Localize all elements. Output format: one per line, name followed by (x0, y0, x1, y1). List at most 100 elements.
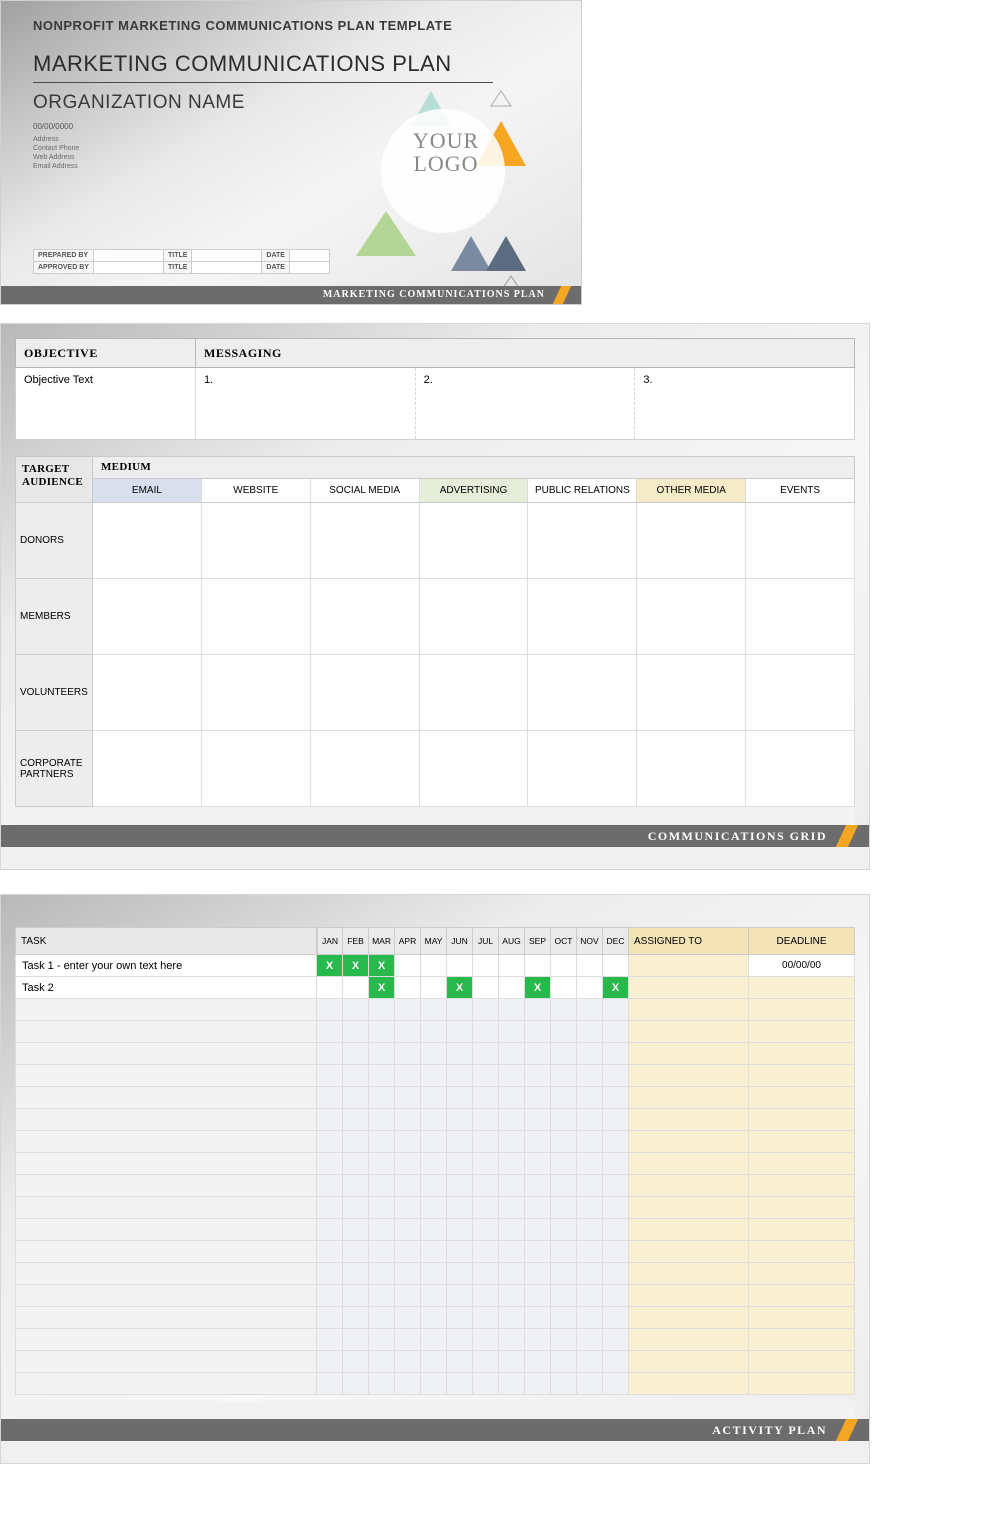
month-cell[interactable] (421, 1241, 447, 1263)
month-cell[interactable] (447, 1153, 473, 1175)
assigned-cell[interactable] (629, 955, 749, 977)
grid-cell[interactable] (93, 579, 202, 655)
task-cell[interactable] (15, 999, 317, 1021)
month-cell[interactable] (369, 1021, 395, 1043)
month-cell[interactable] (421, 1219, 447, 1241)
month-cell[interactable] (551, 1219, 577, 1241)
grid-cell[interactable] (202, 579, 311, 655)
month-cell[interactable] (421, 1131, 447, 1153)
month-cell[interactable] (421, 1021, 447, 1043)
month-cell[interactable] (473, 1153, 499, 1175)
month-cell[interactable] (525, 1065, 551, 1087)
deadline-cell[interactable]: 00/00/00 (749, 955, 855, 977)
task-cell[interactable] (15, 1087, 317, 1109)
month-cell[interactable] (395, 1021, 421, 1043)
month-cell[interactable] (395, 1131, 421, 1153)
month-cell[interactable] (421, 1065, 447, 1087)
month-cell[interactable] (551, 1087, 577, 1109)
month-cell[interactable] (317, 1285, 343, 1307)
message-3-input[interactable]: 3. (635, 368, 854, 439)
task-cell[interactable] (15, 1175, 317, 1197)
approved-by-input[interactable] (93, 262, 163, 274)
month-cell[interactable] (499, 1373, 525, 1395)
task-cell[interactable] (15, 1351, 317, 1373)
task-cell[interactable] (15, 1219, 317, 1241)
month-cell[interactable] (499, 1175, 525, 1197)
month-cell[interactable] (447, 1065, 473, 1087)
month-cell[interactable]: X (447, 977, 473, 999)
deadline-cell[interactable] (749, 1263, 855, 1285)
month-cell[interactable] (369, 1329, 395, 1351)
month-cell[interactable] (551, 1021, 577, 1043)
grid-cell[interactable] (93, 731, 202, 807)
month-cell[interactable] (473, 1175, 499, 1197)
month-cell[interactable] (577, 1263, 603, 1285)
month-cell[interactable] (421, 1087, 447, 1109)
month-cell[interactable] (577, 1219, 603, 1241)
grid-cell[interactable] (311, 579, 420, 655)
month-cell[interactable] (447, 1373, 473, 1395)
deadline-cell[interactable] (749, 1109, 855, 1131)
month-cell[interactable] (317, 1197, 343, 1219)
month-cell[interactable] (317, 1351, 343, 1373)
deadline-cell[interactable] (749, 1307, 855, 1329)
month-cell[interactable] (395, 1351, 421, 1373)
month-cell[interactable] (499, 1219, 525, 1241)
task-cell[interactable] (15, 1043, 317, 1065)
month-cell[interactable] (603, 955, 629, 977)
month-cell[interactable] (343, 1087, 369, 1109)
month-cell[interactable] (317, 977, 343, 999)
month-cell[interactable] (395, 999, 421, 1021)
month-cell[interactable]: X (343, 955, 369, 977)
month-cell[interactable] (473, 1197, 499, 1219)
grid-cell[interactable] (311, 731, 420, 807)
month-cell[interactable] (603, 1285, 629, 1307)
month-cell[interactable] (343, 1285, 369, 1307)
assigned-cell[interactable] (629, 1263, 749, 1285)
month-cell[interactable] (577, 1241, 603, 1263)
grid-cell[interactable] (528, 503, 637, 579)
month-cell[interactable] (473, 1307, 499, 1329)
month-cell[interactable] (525, 1329, 551, 1351)
month-cell[interactable]: X (525, 977, 551, 999)
month-cell[interactable] (395, 1153, 421, 1175)
grid-cell[interactable] (420, 655, 529, 731)
assigned-cell[interactable] (629, 1351, 749, 1373)
month-cell[interactable] (369, 1109, 395, 1131)
month-cell[interactable] (343, 1307, 369, 1329)
assigned-cell[interactable] (629, 1373, 749, 1395)
month-cell[interactable] (343, 1021, 369, 1043)
month-cell[interactable] (551, 1285, 577, 1307)
month-cell[interactable] (551, 1307, 577, 1329)
month-cell[interactable] (473, 1263, 499, 1285)
grid-cell[interactable] (202, 655, 311, 731)
deadline-cell[interactable] (749, 1219, 855, 1241)
month-cell[interactable] (499, 955, 525, 977)
month-cell[interactable] (317, 1153, 343, 1175)
grid-cell[interactable] (528, 579, 637, 655)
month-cell[interactable] (343, 1219, 369, 1241)
task-cell[interactable] (15, 1109, 317, 1131)
month-cell[interactable] (317, 1175, 343, 1197)
month-cell[interactable] (473, 1087, 499, 1109)
task-cell[interactable] (15, 1241, 317, 1263)
month-cell[interactable] (603, 999, 629, 1021)
grid-cell[interactable] (311, 655, 420, 731)
month-cell[interactable] (473, 1021, 499, 1043)
month-cell[interactable] (499, 1329, 525, 1351)
month-cell[interactable] (525, 1109, 551, 1131)
month-cell[interactable] (551, 1153, 577, 1175)
assigned-cell[interactable] (629, 1307, 749, 1329)
month-cell[interactable] (525, 1131, 551, 1153)
grid-cell[interactable] (93, 655, 202, 731)
month-cell[interactable] (317, 1065, 343, 1087)
month-cell[interactable] (473, 999, 499, 1021)
month-cell[interactable] (499, 1109, 525, 1131)
grid-cell[interactable] (420, 503, 529, 579)
month-cell[interactable] (343, 1043, 369, 1065)
month-cell[interactable] (525, 1373, 551, 1395)
grid-cell[interactable] (746, 503, 855, 579)
month-cell[interactable] (577, 955, 603, 977)
month-cell[interactable] (421, 1307, 447, 1329)
month-cell[interactable] (551, 1065, 577, 1087)
